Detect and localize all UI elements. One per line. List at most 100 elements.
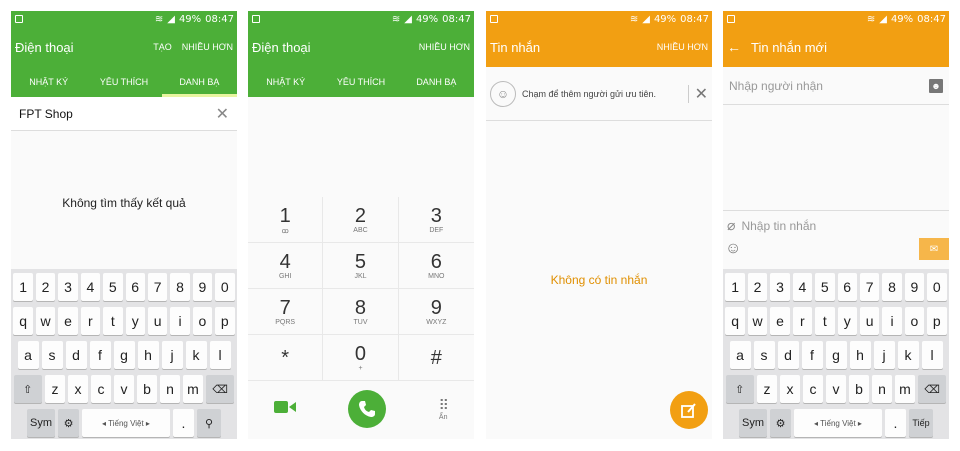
hide-keypad-button[interactable]: ⠿ Ẩn xyxy=(439,397,449,421)
key[interactable]: c xyxy=(803,375,823,403)
sym-key[interactable]: Sym xyxy=(739,409,767,437)
send-button-icon[interactable]: ✉ xyxy=(919,238,949,260)
key[interactable]: 7 xyxy=(859,273,880,301)
tab-log[interactable]: NHẬT KÝ xyxy=(11,67,86,97)
key[interactable]: p xyxy=(215,307,235,335)
key[interactable]: 3 xyxy=(770,273,790,301)
key[interactable]: p xyxy=(927,307,947,335)
key[interactable]: w xyxy=(747,307,768,335)
key[interactable]: 1 xyxy=(725,273,745,301)
key[interactable]: 1 xyxy=(13,273,33,301)
key[interactable]: r xyxy=(792,307,813,335)
key[interactable]: 5 xyxy=(815,273,835,301)
attach-icon[interactable]: ⌀ xyxy=(727,217,735,234)
key[interactable]: 2 xyxy=(747,273,768,301)
key[interactable]: k xyxy=(897,341,919,369)
key[interactable]: t xyxy=(815,307,835,335)
key[interactable]: y xyxy=(837,307,857,335)
key[interactable]: 2 xyxy=(35,273,56,301)
key[interactable]: o xyxy=(904,307,925,335)
key[interactable]: m xyxy=(182,375,203,403)
key[interactable]: b xyxy=(848,375,869,403)
key[interactable]: q xyxy=(13,307,33,335)
dial-key-7[interactable]: 7 PQRS xyxy=(248,289,324,335)
create-button[interactable]: TẠO xyxy=(153,42,172,52)
dial-key-1[interactable]: 1ꝏ xyxy=(248,197,324,243)
space-key[interactable]: ◂ Tiếng Việt ▸ xyxy=(82,409,170,437)
key[interactable]: w xyxy=(35,307,56,335)
period-key[interactable]: . xyxy=(173,409,194,437)
key[interactable]: 5 xyxy=(103,273,123,301)
space-key[interactable]: ◂ Tiếng Việt ▸ xyxy=(794,409,882,437)
dial-key-8[interactable]: 8 TUV xyxy=(323,289,399,335)
dial-key-6[interactable]: 6 MNO xyxy=(398,243,474,289)
key[interactable]: i xyxy=(170,307,190,335)
key[interactable]: f xyxy=(801,341,823,369)
key[interactable]: x xyxy=(780,375,801,403)
key[interactable]: 4 xyxy=(80,273,101,301)
key[interactable]: e xyxy=(58,307,78,335)
dial-key-hash[interactable]: # xyxy=(398,335,474,381)
dial-key-5[interactable]: 5 JKL xyxy=(323,243,399,289)
key[interactable]: 0 xyxy=(927,273,947,301)
key[interactable]: k xyxy=(185,341,207,369)
more-button[interactable]: NHIỀU HƠN xyxy=(182,42,233,52)
close-icon[interactable]: ✕ xyxy=(695,84,708,104)
key[interactable]: v xyxy=(826,375,846,403)
key[interactable]: c xyxy=(91,375,111,403)
key[interactable]: q xyxy=(725,307,745,335)
search-input[interactable]: FPT Shop xyxy=(19,107,216,121)
key[interactable]: x xyxy=(68,375,89,403)
key[interactable]: s xyxy=(41,341,63,369)
period-key[interactable]: . xyxy=(885,409,906,437)
key[interactable]: u xyxy=(147,307,168,335)
video-call-icon[interactable] xyxy=(274,400,297,419)
key[interactable]: m xyxy=(894,375,915,403)
tab-favorites[interactable]: YÊU THÍCH xyxy=(86,67,161,97)
key[interactable]: l xyxy=(921,341,943,369)
key[interactable]: h xyxy=(849,341,871,369)
key[interactable]: a xyxy=(17,341,39,369)
key[interactable]: a xyxy=(729,341,751,369)
backspace-key-icon[interactable]: ⌫ xyxy=(205,375,235,403)
more-button[interactable]: NHIỀU HƠN xyxy=(419,42,470,52)
key[interactable]: y xyxy=(125,307,145,335)
key[interactable]: z xyxy=(757,375,778,403)
key[interactable]: t xyxy=(103,307,123,335)
priority-sender-bar[interactable]: ☺ Chạm để thêm người gửi ưu tiên. ✕ xyxy=(486,67,712,121)
key[interactable]: 0 xyxy=(215,273,235,301)
key[interactable]: 7 xyxy=(147,273,168,301)
key[interactable]: n xyxy=(159,375,180,403)
backspace-key-icon[interactable]: ⌫ xyxy=(917,375,947,403)
key[interactable]: f xyxy=(89,341,111,369)
recipient-input[interactable]: Nhập người nhận xyxy=(729,79,929,93)
next-key[interactable]: Tiếp xyxy=(909,409,933,437)
key[interactable]: 6 xyxy=(125,273,145,301)
message-input[interactable]: Nhập tin nhắn xyxy=(741,219,945,233)
key[interactable]: r xyxy=(80,307,101,335)
key[interactable]: n xyxy=(871,375,892,403)
key[interactable]: 3 xyxy=(58,273,78,301)
key[interactable]: g xyxy=(825,341,847,369)
dial-key-star[interactable]: * xyxy=(248,335,324,381)
dial-key-0[interactable]: 0 + xyxy=(323,335,399,381)
key[interactable]: u xyxy=(859,307,880,335)
key[interactable]: v xyxy=(114,375,134,403)
contacts-icon[interactable]: ☻ xyxy=(929,78,943,93)
key[interactable]: d xyxy=(65,341,87,369)
key[interactable]: d xyxy=(777,341,799,369)
shift-key-icon[interactable]: ⇧ xyxy=(13,375,43,403)
sym-key[interactable]: Sym xyxy=(27,409,55,437)
key[interactable]: l xyxy=(209,341,231,369)
key[interactable]: 9 xyxy=(904,273,925,301)
back-arrow-icon[interactable]: ← xyxy=(727,39,741,55)
tab-contacts[interactable]: DANH BẠ xyxy=(161,67,237,97)
key[interactable]: 9 xyxy=(192,273,213,301)
key[interactable]: 8 xyxy=(882,273,902,301)
key[interactable]: j xyxy=(161,341,183,369)
key[interactable]: j xyxy=(873,341,895,369)
dial-key-4[interactable]: 4 GHI xyxy=(248,243,324,289)
key[interactable]: g xyxy=(113,341,135,369)
call-button[interactable] xyxy=(348,390,387,428)
dial-key-2[interactable]: 2 ABC xyxy=(323,197,399,243)
